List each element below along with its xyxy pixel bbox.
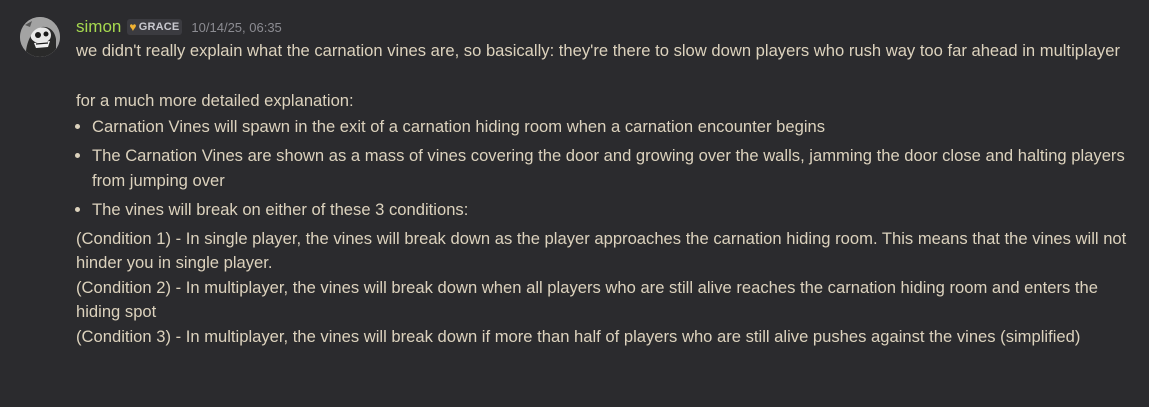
message-body: we didn't really explain what the carnat… xyxy=(76,39,1141,349)
message-header: simon ♥ GRACE 10/14/25, 06:35 xyxy=(76,15,1141,39)
chat-message: simon ♥ GRACE 10/14/25, 06:35 we didn't … xyxy=(0,0,1149,407)
condition-1: (Condition 1) - In single player, the vi… xyxy=(76,228,1127,273)
guild-tag-label: GRACE xyxy=(138,21,180,33)
user-avatar[interactable] xyxy=(20,17,60,57)
list-item: The vines will break on either of these … xyxy=(92,198,1141,223)
list-item: Carnation Vines will spawn in the exit o… xyxy=(92,115,1141,140)
condition-3: (Condition 3) - In multiplayer, the vine… xyxy=(76,326,1081,346)
heart-icon: ♥ xyxy=(129,20,137,34)
timestamp[interactable]: 10/14/25, 06:35 xyxy=(191,20,281,35)
bullet-list: Carnation Vines will spawn in the exit o… xyxy=(76,115,1141,222)
conditions-block: (Condition 1) - In single player, the vi… xyxy=(76,227,1141,350)
list-item: The Carnation Vines are shown as a mass … xyxy=(92,144,1141,193)
intro-text: we didn't really explain what the carnat… xyxy=(76,41,1120,60)
message-content: simon ♥ GRACE 10/14/25, 06:35 we didn't … xyxy=(76,15,1141,349)
condition-2: (Condition 2) - In multiplayer, the vine… xyxy=(76,277,1098,322)
guild-tag[interactable]: ♥ GRACE xyxy=(127,19,183,35)
avatar-image xyxy=(20,17,60,57)
detail-heading: for a much more detailed explanation: xyxy=(76,90,354,110)
username[interactable]: simon xyxy=(76,17,121,37)
